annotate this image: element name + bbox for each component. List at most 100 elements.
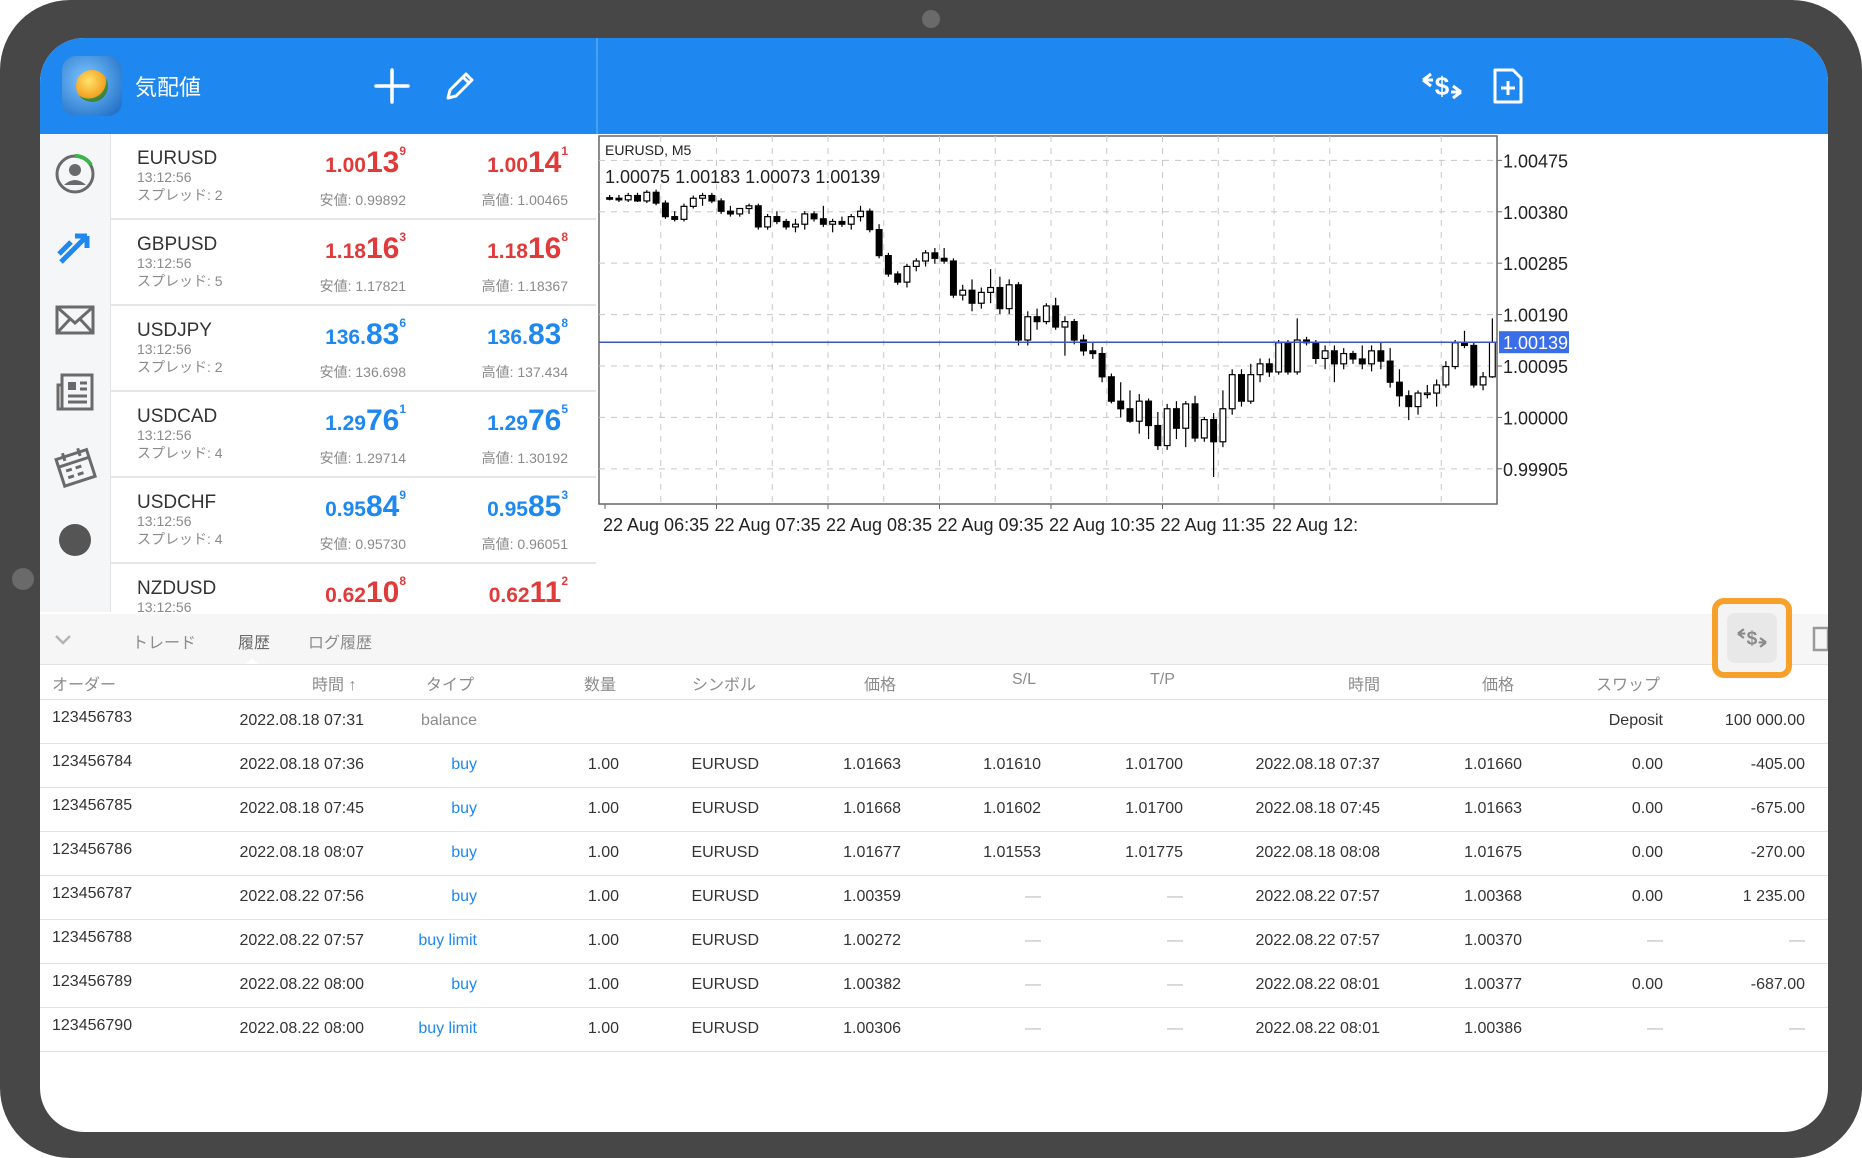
table-row[interactable]: 123456784 2022.08.18 07:36 buy 1.00 EURUSD 1.… bbox=[40, 744, 1828, 788]
quote-high: 高値: 1.00465 bbox=[481, 192, 568, 208]
table-row[interactable]: 123456789 2022.08.22 08:00 buy 1.00 EURUSD 1.… bbox=[40, 964, 1828, 1008]
price-big: 16 bbox=[527, 232, 562, 265]
collapse-button[interactable] bbox=[52, 628, 74, 655]
quote-high: 高値: 137.434 bbox=[481, 364, 568, 380]
table-row[interactable]: 123456788 2022.08.22 07:57 buy limit 1.00 EU… bbox=[40, 920, 1828, 964]
quote-row-usdchf[interactable]: USDCHF 13:12:56 スプレッド: 4 0.95849 0.95853 安値: … bbox=[111, 478, 596, 564]
news-button[interactable] bbox=[49, 366, 101, 418]
quote-row-usdjpy[interactable]: USDJPY 13:12:56 スプレッド: 2 136.836 136.838 安値: … bbox=[111, 306, 596, 392]
col-swap[interactable]: スワップ bbox=[1596, 671, 1660, 695]
price-prefix: 1.18 bbox=[487, 240, 528, 263]
candle-up bbox=[801, 213, 809, 225]
price-prefix: 1.00 bbox=[487, 154, 528, 177]
ask-price: 0.95853 bbox=[487, 488, 568, 524]
col-price-open[interactable]: 価格 bbox=[864, 671, 896, 695]
trade-button[interactable]: $ bbox=[1414, 58, 1470, 114]
price-prefix: 1.29 bbox=[325, 412, 366, 435]
cell-open-time: 2022.08.18 07:31 bbox=[239, 712, 364, 729]
table-row[interactable]: 123456787 2022.08.22 07:56 buy 1.00 EURUSD 1.… bbox=[40, 876, 1828, 920]
price-chart[interactable]: 1.00475 1.00380 1.00285 1.00190 1.00095 1.000… bbox=[597, 134, 1828, 612]
col-order[interactable]: オーダー bbox=[52, 671, 116, 695]
candle-down bbox=[1052, 305, 1060, 328]
trade-toggle-button[interactable]: $ bbox=[1727, 613, 1777, 663]
highlighted-trade-button[interactable]: $ bbox=[1712, 598, 1792, 678]
quote-low: 安値: 0.95730 bbox=[319, 536, 406, 552]
col-type[interactable]: タイプ bbox=[426, 671, 474, 695]
candle-down bbox=[1014, 284, 1022, 341]
edit-button[interactable] bbox=[432, 58, 488, 114]
cell-open-time: 2022.08.22 07:57 bbox=[239, 932, 364, 949]
bid-price: 136.836 bbox=[325, 316, 406, 352]
cell-symbol: EURUSD bbox=[691, 800, 759, 817]
tab-trade[interactable]: トレード bbox=[132, 629, 196, 653]
cell-swap: 0.00 bbox=[1631, 756, 1663, 773]
col-tp[interactable]: T/P bbox=[1150, 671, 1175, 689]
new-order-button[interactable] bbox=[1480, 58, 1536, 114]
cell-close-price: 1.00386 bbox=[1464, 1020, 1522, 1037]
quote-low: 安値: 136.698 bbox=[319, 364, 406, 380]
col-time-open[interactable]: 時間 ↑ bbox=[312, 671, 356, 695]
table-row[interactable]: 123456783 2022.08.18 07:31 balance Deposit 1… bbox=[40, 700, 1828, 744]
more-button[interactable] bbox=[49, 514, 101, 566]
cell-order-id: 123456787 bbox=[52, 885, 133, 902]
bid-price: 1.18163 bbox=[325, 230, 406, 266]
cell-close-time: 2022.08.18 08:08 bbox=[1255, 844, 1380, 861]
cell-stop-loss: — bbox=[1025, 888, 1041, 905]
candle-up bbox=[1433, 384, 1441, 394]
quote-spread: スプレッド: 2 bbox=[137, 187, 223, 203]
table-row[interactable]: 123456790 2022.08.22 08:00 buy limit 1.00 EU… bbox=[40, 1008, 1828, 1052]
col-symbol[interactable]: シンボル bbox=[692, 671, 756, 695]
col-time-close[interactable]: 時間 bbox=[1348, 671, 1380, 695]
tab-log-history[interactable]: ログ履歴 bbox=[308, 629, 372, 653]
cell-order-type: buy bbox=[451, 844, 477, 861]
price-pipette: 9 bbox=[399, 488, 406, 502]
current-price-label: 1.00139 bbox=[1503, 333, 1568, 353]
candle-up bbox=[791, 223, 799, 228]
quote-row-nzdusd[interactable]: NZDUSD 13:12:56 0.62108 0.62112 bbox=[111, 564, 596, 612]
col-price-close[interactable]: 価格 bbox=[1482, 671, 1514, 695]
candle-up bbox=[959, 289, 967, 296]
mail-button[interactable] bbox=[49, 294, 101, 346]
table-row[interactable]: 123456786 2022.08.18 08:07 buy 1.00 EURUSD 1.… bbox=[40, 832, 1828, 876]
y-tick-label: 1.00380 bbox=[1503, 203, 1568, 223]
col-volume[interactable]: 数量 bbox=[584, 671, 616, 695]
calendar-button[interactable] bbox=[49, 440, 101, 492]
chevron-down-icon bbox=[55, 635, 71, 645]
cell-order-id: 123456786 bbox=[52, 841, 133, 858]
cell-order-id: 123456785 bbox=[52, 797, 133, 814]
cell-stop-loss: 1.01602 bbox=[983, 800, 1041, 817]
candle-up bbox=[1228, 374, 1236, 410]
candle-up bbox=[1321, 350, 1329, 360]
quote-row-usdcad[interactable]: USDCAD 13:12:56 スプレッド: 4 1.29761 1.29765 安値: … bbox=[111, 392, 596, 478]
price-prefix: 1.29 bbox=[487, 412, 528, 435]
price-pipette: 1 bbox=[561, 144, 568, 158]
candle-up bbox=[1275, 342, 1283, 373]
cell-close-price: 1.01663 bbox=[1464, 800, 1522, 817]
candle-down bbox=[1033, 316, 1041, 323]
candle-down bbox=[754, 205, 762, 228]
clipboard-icon[interactable] bbox=[1812, 624, 1828, 654]
table-row[interactable]: 123456785 2022.08.18 07:45 buy 1.00 EURUSD 1.… bbox=[40, 788, 1828, 832]
quote-high: 高値: 1.30192 bbox=[481, 450, 568, 466]
price-pipette: 8 bbox=[561, 316, 568, 330]
account-button[interactable] bbox=[49, 148, 101, 200]
cell-close-time: 2022.08.22 08:01 bbox=[1255, 1020, 1380, 1037]
toolbox-tabs: トレード 履歴 ログ履歴 bbox=[40, 614, 1828, 665]
quote-row-eurusd[interactable]: EURUSD 13:12:56 スプレッド: 2 1.00139 1.00141 安値: … bbox=[111, 134, 596, 220]
side-button bbox=[12, 568, 34, 590]
x-tick-label: 22 Aug 07:35 bbox=[715, 515, 821, 535]
cell-open-price: 1.00272 bbox=[843, 932, 901, 949]
candle-up bbox=[1256, 363, 1264, 376]
quote-spread: スプレッド: 2 bbox=[137, 359, 223, 375]
candle-up bbox=[1368, 350, 1376, 365]
quote-row-gbpusd[interactable]: GBPUSD 13:12:56 スプレッド: 5 1.18163 1.18168 安値: … bbox=[111, 220, 596, 306]
col-sl[interactable]: S/L bbox=[1012, 671, 1036, 689]
tab-history[interactable]: 履歴 bbox=[238, 629, 270, 653]
cell-open-time: 2022.08.22 08:00 bbox=[239, 976, 364, 993]
trade-nav-button[interactable] bbox=[49, 222, 101, 274]
account-icon bbox=[55, 154, 95, 194]
candle-up bbox=[1423, 392, 1431, 396]
cell-open-time: 2022.08.18 07:45 bbox=[239, 800, 364, 817]
add-symbol-button[interactable] bbox=[364, 58, 420, 114]
x-tick-label: 22 Aug 08:35 bbox=[826, 515, 932, 535]
